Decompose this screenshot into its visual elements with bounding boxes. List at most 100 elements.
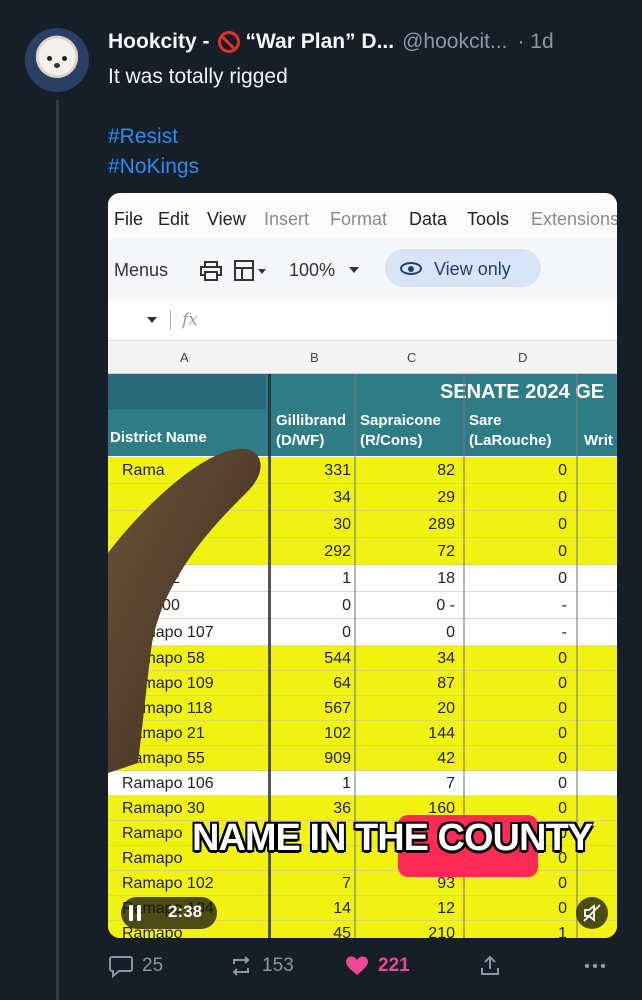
district-name-cell: Ramapo [122, 850, 183, 867]
sapraicone-cell: 20 [437, 700, 455, 717]
repost-icon [232, 956, 250, 976]
district-name-cell: Ramapo [122, 825, 183, 842]
district-header-cell [108, 374, 266, 409]
menus-label: Menus [114, 260, 169, 280]
sare-cell: - [561, 624, 567, 641]
chevron-down-icon [349, 267, 359, 273]
sare-cell: 0 [558, 516, 567, 533]
menu-insert: Insert [264, 209, 310, 229]
pause-icon[interactable] [128, 905, 142, 921]
gillibrand-cell: 30 [333, 516, 351, 533]
sare-cell: 0 [558, 650, 567, 667]
sapraicone-header: Sapraicone (R/Cons) [360, 412, 441, 449]
divider [170, 310, 171, 330]
sare-cell: 0 [558, 462, 567, 479]
display-name[interactable]: Hookcity - [108, 30, 210, 54]
sapraicone-cell: 144 [428, 725, 455, 742]
gillibrand-cell: 7 [342, 875, 351, 892]
sare-cell: 0 [558, 543, 567, 560]
user-handle[interactable]: @hookcit... [402, 30, 507, 54]
sapraicone-cell: 289 [428, 516, 455, 533]
video-timer: 2:38 [168, 902, 203, 921]
column-header-d: D [518, 350, 528, 365]
reply-icon [109, 956, 133, 978]
more-icon [584, 963, 606, 969]
display-name-rest[interactable]: “War Plan” D... [246, 30, 395, 54]
post-text: It was totally rigged [108, 65, 288, 88]
write-in-header: Writ [584, 432, 613, 449]
zoom-level: 100% [289, 260, 336, 280]
sare-cell: 0 [558, 750, 567, 767]
sapraicone-cell: 72 [437, 543, 455, 560]
sapraicone-cell: 7 [446, 775, 455, 792]
repost-button[interactable]: 153 [228, 954, 294, 978]
avatar-eye [47, 56, 52, 61]
sare-header: Sare (LaRouche) [469, 412, 552, 449]
view-only-label: View only [434, 259, 511, 279]
menu-data: Data [409, 209, 448, 229]
gillibrand-cell: 331 [324, 462, 351, 479]
mute-button[interactable] [576, 897, 608, 929]
sare-cell: 0 [558, 775, 567, 792]
sapraicone-cell: 82 [437, 462, 455, 479]
chevron-down-icon [147, 317, 157, 323]
pointing-finger [108, 448, 261, 773]
sare-cell: - [561, 597, 567, 614]
like-count: 221 [378, 955, 410, 976]
prohibited-icon [217, 31, 240, 53]
sheet-menubar: File Edit View Insert Format Data Tools … [108, 193, 617, 238]
gillibrand-cell: 292 [324, 543, 351, 560]
gillibrand-cell: 34 [333, 489, 351, 506]
reply-button[interactable]: 25 [108, 954, 163, 978]
formula-bar: fx [108, 300, 617, 341]
sare-cell: 0 [558, 900, 567, 917]
sare-cell: 0 [558, 675, 567, 692]
gillibrand-cell: 45 [333, 925, 351, 938]
hashtag-link[interactable]: #Resist [108, 122, 288, 152]
table-row: Ramapo 102 7 93 0 [108, 871, 617, 896]
gillibrand-cell: 1 [342, 775, 351, 792]
menu-edit: Edit [158, 209, 190, 229]
share-icon [481, 955, 499, 975]
gillibrand-cell: 64 [333, 675, 351, 692]
sare-cell: 1 [558, 925, 567, 938]
eye-icon [400, 262, 422, 275]
print-icon [200, 261, 222, 281]
avatar[interactable] [25, 28, 89, 92]
gillibrand-cell: 0 [342, 624, 351, 641]
gillibrand-cell: 909 [324, 750, 351, 767]
sapraicone-cell: 0 - [436, 597, 455, 614]
sare-cell: 0 [558, 800, 567, 817]
column-header-a: A [180, 350, 189, 365]
menu-view: View [207, 209, 246, 229]
gillibrand-cell: 102 [324, 725, 351, 742]
sapraicone-cell: 42 [437, 750, 455, 767]
more-button[interactable] [582, 954, 616, 978]
hashtag-link[interactable]: #NoKings [108, 152, 288, 182]
gillibrand-cell: 14 [333, 900, 351, 917]
sapraicone-cell: 12 [437, 900, 455, 917]
sapraicone-cell: 18 [437, 570, 455, 587]
video-player[interactable]: File Edit View Insert Format Data Tools … [108, 193, 617, 938]
like-button[interactable]: 221 [344, 954, 410, 978]
district-name-cell: Ramapo 102 [122, 875, 214, 892]
post-body: It was totally rigged #Resist #NoKings [108, 62, 288, 182]
repost-count: 153 [262, 955, 294, 976]
menu-tools: Tools [467, 209, 510, 229]
gillibrand-cell: 544 [324, 650, 351, 667]
sapraicone-cell: 93 [437, 875, 455, 892]
sapraicone-cell: 29 [437, 489, 455, 506]
sapraicone-cell: 210 [428, 925, 455, 938]
avatar-eye [62, 56, 67, 61]
sare-cell: 0 [558, 875, 567, 892]
reply-count: 25 [142, 955, 164, 976]
speaker-muted-icon [583, 904, 601, 922]
post-time[interactable]: · 1d [517, 30, 553, 54]
fx-icon: fx [182, 310, 198, 330]
column-header-b: B [310, 350, 319, 365]
gillibrand-cell: 1 [342, 570, 351, 587]
post-header: Hookcity - “War Plan” D... @hookcit... ·… [108, 28, 622, 56]
share-button[interactable] [478, 954, 510, 978]
post-actions: 25 153 221 [108, 950, 620, 984]
sapraicone-cell: 0 [446, 624, 455, 641]
